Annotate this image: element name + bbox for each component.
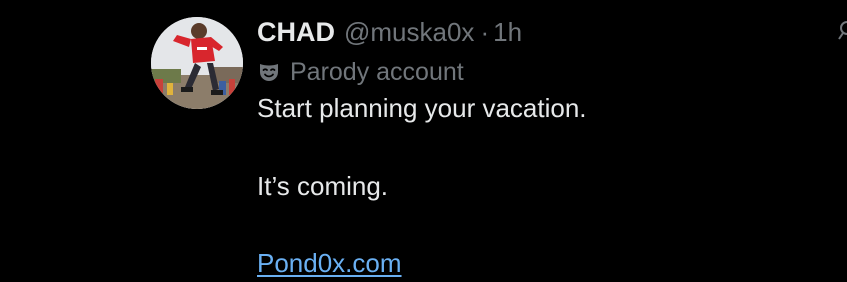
more-options-icon[interactable]	[837, 20, 847, 42]
timestamp[interactable]: 1h	[493, 17, 522, 48]
parody-mask-icon	[257, 60, 281, 84]
tweet-link[interactable]: Pond0x.com	[257, 248, 402, 279]
tweet-text-line: Start planning your vacation.	[257, 93, 587, 123]
tweet-header: CHAD @muska0x · 1h	[257, 12, 522, 52]
parody-label-text: Parody account	[290, 57, 464, 86]
user-handle[interactable]: @muska0x	[344, 17, 474, 48]
separator-dot: ·	[480, 16, 490, 47]
parody-label: Parody account	[257, 54, 464, 90]
tweet: CHAD @muska0x · 1h Parody account Start …	[0, 0, 847, 282]
display-name[interactable]: CHAD	[257, 17, 335, 48]
avatar-image	[151, 17, 243, 109]
tweet-text-line: It’s coming.	[257, 171, 389, 201]
avatar[interactable]	[151, 17, 243, 109]
